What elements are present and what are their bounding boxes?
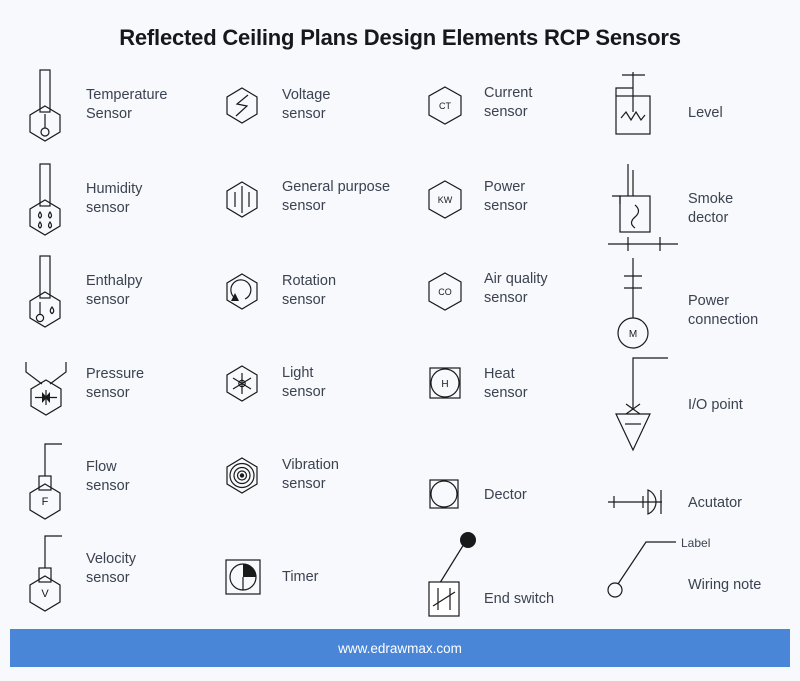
smoke-dector-symbol	[598, 156, 694, 252]
svg-text:KW: KW	[438, 195, 453, 205]
legend-label: General purpose sensor	[282, 179, 391, 214]
legend-label: Air quality sensor	[484, 271, 548, 306]
legend-label: Pressure sensor	[86, 366, 145, 401]
svg-text:F: F	[42, 496, 49, 508]
column-3: CT Current sensor KW Power sensor CO Air…	[412, 62, 612, 622]
legend-label: Light sensor	[282, 365, 326, 400]
legend-label: Acutator	[688, 495, 742, 511]
legend-label: Level	[688, 105, 723, 121]
legend-label: Temperature Sensor	[86, 87, 168, 122]
wiring-note-label-text: Label	[681, 536, 711, 550]
wiring-note-symbol	[598, 528, 694, 624]
legend-label: Rotation sensor	[282, 273, 337, 308]
svg-text:V: V	[41, 588, 49, 600]
svg-text:M: M	[629, 329, 637, 340]
column-2: Voltage sensor General purpose sensor Ro…	[210, 62, 410, 622]
legend-label: Humidity sensor	[86, 181, 143, 216]
legend-label: Voltage sensor	[282, 87, 331, 122]
legend-label: Timer	[282, 569, 319, 585]
legend-label: Flow sensor	[86, 459, 130, 494]
legend-label: Power sensor	[484, 179, 528, 214]
legend-label: Heat sensor	[484, 366, 528, 401]
page-title: Reflected Ceiling Plans Design Elements …	[119, 25, 681, 50]
legend-label: Vibration sensor	[282, 457, 339, 492]
power-connection-symbol: M	[598, 248, 694, 349]
dector-symbol	[412, 432, 508, 528]
legend-label: Current sensor	[484, 85, 533, 120]
io-point-symbol	[598, 346, 694, 452]
legend-label: Enthalpy sensor	[86, 273, 143, 308]
legend-label: I/O point	[688, 397, 743, 413]
symbol-grid: Temperature Sensor Humidity sensor Entha…	[0, 62, 800, 622]
legend-label: Smoke dector	[688, 191, 734, 226]
legend-label: End switch	[484, 591, 555, 607]
column-4: Level Smoke dector M Power connection I/…	[598, 62, 798, 622]
svg-text:CT: CT	[439, 101, 451, 111]
legend-label: Velocity sensor	[86, 551, 136, 586]
level-symbol	[598, 62, 694, 158]
svg-text:CO: CO	[438, 287, 452, 297]
legend-label: Dector	[484, 487, 527, 503]
legend-label: Power connection	[688, 293, 759, 328]
footer-bar: www.edrawmax.com	[10, 629, 790, 667]
svg-text:H: H	[441, 379, 448, 390]
footer-url[interactable]: www.edrawmax.com	[338, 641, 462, 656]
legend-label: Wiring note	[688, 577, 762, 593]
column-1: Temperature Sensor Humidity sensor Entha…	[14, 62, 214, 622]
